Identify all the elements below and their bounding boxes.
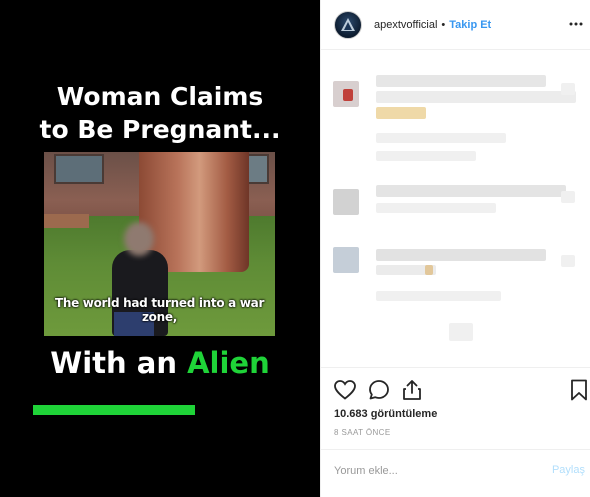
post-actions: 10.683 görüntüleme 8 SAAT ÖNCE — [321, 367, 590, 445]
brand-logo-icon — [341, 17, 355, 31]
load-more-blurred — [449, 323, 473, 341]
comment-bubble-icon[interactable] — [367, 378, 391, 402]
comment-avatar-blurred — [343, 89, 353, 101]
comment-meta-blurred — [376, 291, 501, 301]
tagline-accent: Alien — [187, 346, 270, 380]
comment-text-blurred — [376, 75, 546, 87]
comment-avatar-blurred — [333, 247, 359, 273]
post-timestamp[interactable]: 8 SAAT ÖNCE — [334, 428, 391, 437]
video-frame[interactable]: The world had turned into a war zone, — [44, 152, 275, 336]
comment-form: Paylaş — [321, 449, 590, 491]
username-link[interactable]: apextvofficial — [374, 19, 437, 31]
comment-like-blurred — [561, 255, 575, 267]
comment-avatar-blurred — [333, 189, 359, 215]
video-subtitle: The world had turned into a war zone, — [54, 296, 265, 324]
comment-like-blurred — [561, 83, 575, 95]
share-upload-icon[interactable] — [400, 378, 424, 402]
comment-text-blurred — [376, 185, 566, 197]
comment-meta-blurred — [376, 203, 496, 213]
comment-text-blurred — [425, 265, 433, 275]
avatar[interactable] — [334, 10, 362, 39]
follow-button[interactable]: Takip Et — [449, 19, 491, 31]
post-header: apextvofficial • Takip Et — [321, 0, 590, 50]
comment-text-blurred — [376, 91, 576, 103]
comment-like-blurred — [561, 191, 575, 203]
person-head-blurred — [124, 222, 154, 256]
headline-line-1: Woman Claims — [56, 82, 264, 111]
more-horizontal-icon[interactable] — [568, 16, 584, 32]
post-sidebar: apextvofficial • Takip Et 10.683 görüntü… — [320, 0, 590, 497]
tagline-prefix: With an — [50, 346, 188, 380]
comment-meta-blurred — [376, 133, 506, 143]
scene-window — [54, 154, 104, 184]
post-media[interactable]: Woman Claims to Be Pregnant... The world… — [0, 0, 320, 497]
comments-list[interactable] — [321, 51, 590, 367]
post-comment-button[interactable]: Paylaş — [552, 464, 585, 476]
scene-board — [44, 214, 89, 228]
comment-input[interactable] — [334, 463, 534, 479]
headline-line-2: to Be Pregnant... — [39, 115, 281, 144]
comment-text-blurred — [376, 249, 546, 261]
video-tagline: With an Alien — [0, 346, 320, 380]
comment-meta-blurred — [376, 151, 476, 161]
separator-dot: • — [441, 18, 446, 31]
video-progress-bar[interactable] — [33, 405, 195, 415]
video-headline: Woman Claims to Be Pregnant... — [0, 80, 320, 146]
bookmark-icon[interactable] — [567, 378, 590, 402]
view-count[interactable]: 10.683 görüntüleme — [334, 408, 437, 420]
heart-icon[interactable] — [333, 378, 357, 402]
video-progress-fill — [33, 405, 195, 415]
comment-text-blurred — [376, 107, 426, 119]
